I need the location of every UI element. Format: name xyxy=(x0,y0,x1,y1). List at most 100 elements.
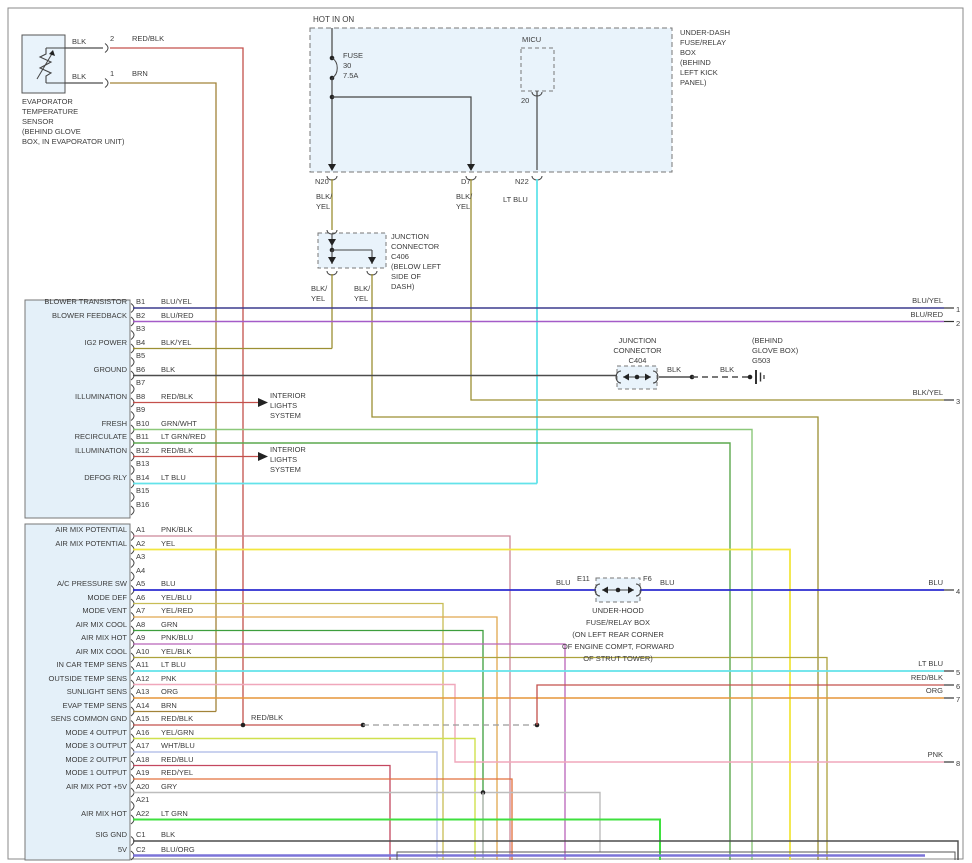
function-label-C1: SIG GND xyxy=(28,830,127,839)
pin-label-A19: A19 xyxy=(136,768,149,777)
wire-label-B11: LT GRN/RED xyxy=(161,432,206,441)
wire-color-label: BLK/ xyxy=(354,284,370,293)
pin-label-B13: B13 xyxy=(136,459,149,468)
micu-box xyxy=(521,48,554,91)
exit-wire-label-2: BLU/RED xyxy=(855,310,943,319)
wire-label-B4: BLK/YEL xyxy=(161,338,191,347)
wire-A10 xyxy=(133,658,827,861)
fusebox-location-line: UNDER-DASH xyxy=(680,28,730,37)
exit-wire-label-5: LT BLU xyxy=(855,659,943,668)
micu-label: MICU xyxy=(522,35,541,44)
wire-label-A8: GRN xyxy=(161,620,178,629)
wire-label-A22: LT GRN xyxy=(161,809,188,818)
pin-label-A14: A14 xyxy=(136,701,149,710)
interior-lights-line: SYSTEM xyxy=(270,411,301,420)
pin-label-B9: B9 xyxy=(136,405,145,414)
pin-label-B7: B7 xyxy=(136,378,145,387)
underhood-caption-line: FUSE/RELAY BOX xyxy=(508,618,728,627)
wire-color-label: BLU xyxy=(660,578,675,587)
interior-lights-line: INTERIOR xyxy=(270,391,306,400)
function-label-B4: IG2 POWER xyxy=(28,338,127,347)
pin-socket-symbol xyxy=(105,79,108,88)
wire-BLK/YEL-d7-exit3 xyxy=(471,179,944,400)
wire-color-label: BLK xyxy=(667,365,681,374)
pin-label-A17: A17 xyxy=(136,741,149,750)
function-label-A12: OUTSIDE TEMP SENS xyxy=(28,674,127,683)
pin-label-B4: B4 xyxy=(136,338,145,347)
pin-socket-symbol xyxy=(131,412,134,421)
wire-label-B8: RED/BLK xyxy=(161,392,193,401)
pin-label-A20: A20 xyxy=(136,782,149,791)
sensor-name-line: (BEHIND GLOVE xyxy=(22,127,81,136)
pin-label-B12: B12 xyxy=(136,446,149,455)
micu-pin-label: 20 xyxy=(521,96,529,105)
wire-B11 xyxy=(133,443,730,860)
function-label-B14: DEFOG RLY xyxy=(28,473,127,482)
connector-pin-label: F6 xyxy=(643,574,652,583)
wire-label-A2: YEL xyxy=(161,539,175,548)
pin-socket-symbol xyxy=(131,506,134,515)
interior-lights-line: INTERIOR xyxy=(270,445,306,454)
pin-label-A13: A13 xyxy=(136,687,149,696)
wire-label-A14: BRN xyxy=(161,701,177,710)
c406-caption-line: SIDE OF xyxy=(391,272,421,281)
pin-label-B6: B6 xyxy=(136,365,145,374)
pin-label-A3: A3 xyxy=(136,552,145,561)
exit-wire-label-6: RED/BLK xyxy=(855,673,943,682)
wire-label-A7: YEL/RED xyxy=(161,606,193,615)
pin-socket-symbol xyxy=(131,358,134,367)
function-label-A6: MODE DEF xyxy=(28,593,127,602)
wire-color-label: YEL xyxy=(311,294,325,303)
underhood-caption-line: OF ENGINE COMPT, FORWARD xyxy=(508,642,728,651)
pin-label-A10: A10 xyxy=(136,647,149,656)
function-label-A19: MODE 1 OUTPUT xyxy=(28,768,127,777)
pin-label-B3: B3 xyxy=(136,324,145,333)
c406-caption-line: CONNECTOR xyxy=(391,242,439,251)
pin-label-B2: B2 xyxy=(136,311,145,320)
wire-color-label: YEL xyxy=(316,202,330,211)
wire-label-A13: ORG xyxy=(161,687,178,696)
wire-label-B12: RED/BLK xyxy=(161,446,193,455)
sensor-pin-number: 2 xyxy=(110,34,114,43)
c404-caption-line: JUNCTION xyxy=(600,336,675,345)
wire-color-label: LT BLU xyxy=(503,195,528,204)
pin-label-B11: B11 xyxy=(136,432,149,441)
pin-label-A2: A2 xyxy=(136,539,145,548)
function-label-B12: ILLUMINATION xyxy=(28,446,127,455)
wire-label-A15: RED/BLK xyxy=(161,714,193,723)
c404-caption-line: CONNECTOR xyxy=(600,346,675,355)
exit-wire-label-3: BLK/YEL xyxy=(855,388,943,397)
c406-caption-line: JUNCTION xyxy=(391,232,429,241)
function-label-A2: AIR MIX POTENTIAL xyxy=(28,539,127,548)
pin-label-A4: A4 xyxy=(136,566,145,575)
pin-socket-symbol xyxy=(105,44,108,53)
fusebox-exit-id: N20 xyxy=(315,177,329,186)
function-label-A11: IN CAR TEMP SENS xyxy=(28,660,127,669)
pin-label-B8: B8 xyxy=(136,392,145,401)
pin-socket-symbol xyxy=(131,802,134,811)
pin-socket-symbol xyxy=(131,493,134,502)
interior-lights-line: LIGHTS xyxy=(270,455,297,464)
wire-color-label: BLK xyxy=(720,365,734,374)
pin-label-A5: A5 xyxy=(136,579,145,588)
wire-label-C2: BLU/ORG xyxy=(161,845,195,854)
fusebox-location-line: BOX xyxy=(680,48,696,57)
function-label-A22: AIR MIX HOT xyxy=(28,809,127,818)
pin-label-A1: A1 xyxy=(136,525,145,534)
function-label-A5: A/C PRESSURE SW xyxy=(28,579,127,588)
interior-lights-arrow xyxy=(258,398,268,407)
ground-label-line: (BEHIND xyxy=(752,336,783,345)
fusebox-title: HOT IN ON xyxy=(313,15,354,24)
sensor-name-line: EVAPORATOR xyxy=(22,97,73,106)
sensor-wire-label: RED/BLK xyxy=(132,34,164,43)
pin-label-B16: B16 xyxy=(136,500,149,509)
sensor-wire-label: BRN xyxy=(132,69,148,78)
function-label-A10: AIR MIX COOL xyxy=(28,647,127,656)
pin-label-A16: A16 xyxy=(136,728,149,737)
wire-color-label: YEL xyxy=(456,202,470,211)
junction-dot xyxy=(748,375,753,380)
wire-color-label: BLK/ xyxy=(316,192,332,201)
pin-socket-symbol xyxy=(131,466,134,475)
function-label-A7: MODE VENT xyxy=(28,606,127,615)
pin-label-A12: A12 xyxy=(136,674,149,683)
